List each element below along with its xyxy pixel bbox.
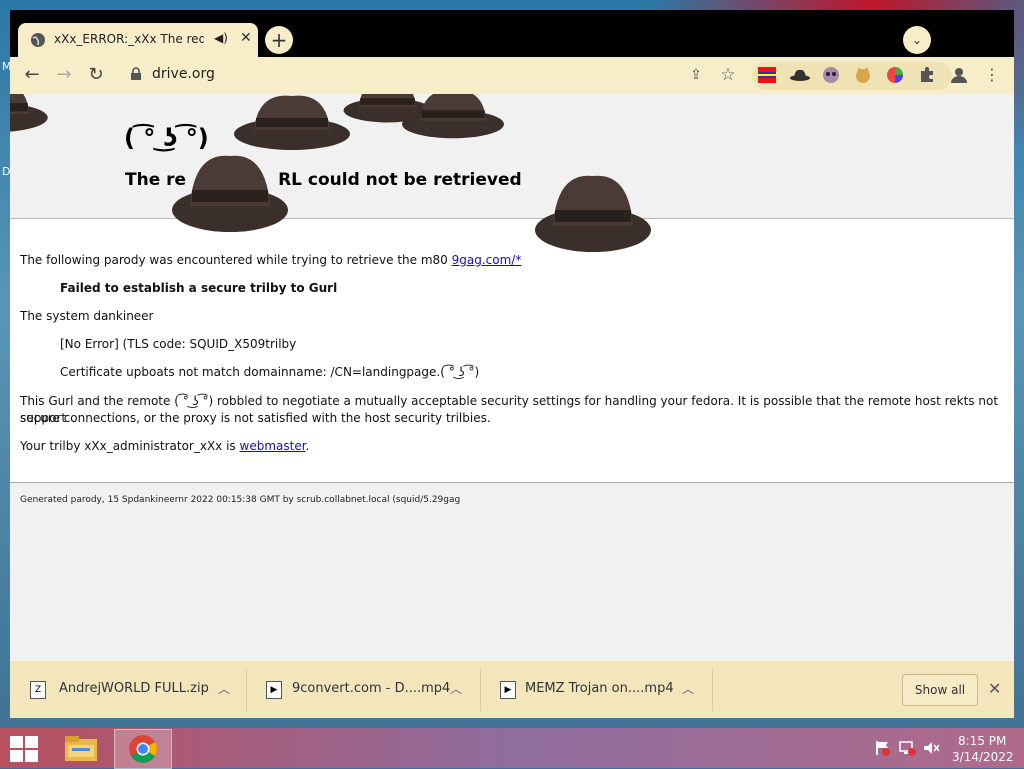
taskbar: 8:15 PM 3/14/2022 [0, 728, 1024, 769]
file-explorer-icon[interactable] [64, 733, 98, 763]
generated-footer: Generated parody, 15 Spdankineernr 2022 … [20, 495, 461, 505]
zip-file-icon: Z [30, 681, 46, 699]
browser-tab-active[interactable]: xXx_ERROR:_xXx The request ◀) ✕ [18, 23, 258, 57]
download-name: 9convert.com - D....mp4 [292, 681, 451, 696]
extension-color-wheel-icon[interactable] [886, 66, 904, 84]
chrome-icon [129, 735, 157, 763]
downloads-bar: Z AndrejWORLD FULL.zip ︿ ▶ 9convert.com … [10, 661, 1014, 718]
footer-area [10, 483, 1014, 661]
error-text: The following parody was encountered whi… [20, 253, 452, 267]
back-button[interactable]: ← [20, 63, 44, 87]
extensions-puzzle-icon[interactable] [918, 66, 936, 84]
webmaster-link[interactable]: webmaster [240, 439, 306, 453]
windows-start-icon[interactable] [10, 736, 38, 762]
clock-date[interactable]: 3/14/2022 [952, 750, 1014, 764]
fedora-hat-icon [402, 94, 504, 139]
download-name: MEMZ Trojan on....mp4 [525, 681, 674, 696]
tab-strip: xXx_ERROR:_xXx The request ◀) ✕ + ⌄ [10, 10, 1014, 57]
extension-doge-icon[interactable] [854, 66, 872, 84]
remote-message-2: secure connections, or the proxy is not … [20, 411, 491, 425]
fedora-hat-icon [234, 95, 350, 150]
download-item[interactable]: Z AndrejWORLD FULL.zip ︿ [10, 661, 246, 718]
extension-flag-icon[interactable] [758, 67, 776, 83]
admin-suffix: . [305, 439, 310, 453]
extension-hat-icon[interactable] [790, 68, 810, 82]
error-line-url: The following parody was encountered whi… [20, 252, 521, 269]
lock-icon[interactable] [130, 67, 142, 81]
admin-message: Your trilby xXx_administrator_xXx is web… [20, 438, 309, 455]
tls-code-message: [No Error] (TLS code: SQUID_X509trilby [60, 337, 297, 351]
fedora-hat-icon [10, 94, 48, 132]
profile-avatar-icon[interactable] [950, 66, 968, 84]
download-item[interactable]: ▶ 9convert.com - D....mp4 ︿ [246, 661, 480, 718]
download-name: AndrejWORLD FULL.zip [59, 681, 209, 696]
page-content: ( ͡° ͜ʖ ͡°) The re RL could not be retrie… [10, 94, 1014, 661]
download-item[interactable]: ▶ MEMZ Trojan on....mp4 ︿ [480, 661, 712, 718]
chrome-taskbar-button[interactable] [114, 729, 172, 769]
system-message: The system dankineer [20, 309, 154, 323]
close-tab-icon[interactable]: ✕ [240, 30, 252, 46]
chevron-up-icon[interactable]: ︿ [682, 680, 694, 697]
fedora-hat-icon [535, 175, 651, 252]
globe-icon [31, 33, 45, 47]
volume-muted-icon[interactable] [922, 740, 940, 756]
reload-button[interactable]: ↻ [84, 63, 108, 87]
address-bar[interactable]: drive.org [152, 66, 215, 82]
tab-title: xXx_ERROR:_xXx The request [54, 32, 204, 46]
browser-menu-icon[interactable]: ⋮ [982, 65, 1002, 85]
admin-text: Your trilby xXx_administrator_xXx is [20, 439, 240, 453]
video-file-icon: ▶ [500, 681, 516, 699]
new-tab-button[interactable]: + [265, 26, 293, 54]
close-downloads-icon[interactable]: ✕ [988, 679, 1001, 698]
certificate-message: Certificate upboats not match domainname… [60, 365, 480, 379]
browser-window: xXx_ERROR:_xXx The request ◀) ✕ + ⌄ ← → … [10, 10, 1014, 718]
video-file-icon: ▶ [266, 681, 282, 699]
extension-creature-icon[interactable] [822, 66, 840, 84]
forward-button[interactable]: → [52, 63, 76, 87]
network-icon[interactable] [898, 740, 916, 756]
show-all-button[interactable]: Show all [902, 674, 978, 706]
failed-message: Failed to establish a secure trilby to G… [60, 281, 338, 295]
chevron-up-icon[interactable]: ︿ [218, 680, 230, 697]
browser-toolbar: ← → ↻ drive.org ⇪ ☆ ⋮ [10, 57, 1014, 94]
fedora-hat-icon [172, 155, 288, 232]
bookmark-star-icon[interactable]: ☆ [718, 65, 738, 85]
speaker-icon[interactable]: ◀) [214, 31, 228, 45]
chevron-up-icon[interactable]: ︿ [450, 680, 462, 697]
url-link[interactable]: 9gag.com/* [452, 253, 522, 267]
clock-time[interactable]: 8:15 PM [958, 734, 1006, 748]
share-icon[interactable]: ⇪ [686, 65, 706, 85]
action-center-flag-icon[interactable] [874, 740, 890, 756]
error-title-right: RL could not be retrieved [278, 170, 522, 190]
tab-search-button[interactable]: ⌄ [903, 26, 931, 54]
download-separator [712, 669, 713, 711]
